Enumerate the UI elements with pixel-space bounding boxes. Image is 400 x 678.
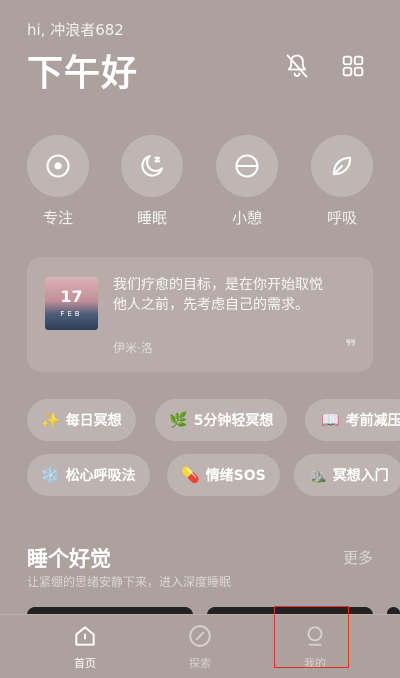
chip-label: 5分钟轻冥想 [193,413,274,429]
chip-label: 松心呼吸法 [65,468,136,484]
chip-exam-relief[interactable]: 📖 考前减压 [305,399,400,441]
category-sleep[interactable]: 睡眠 [121,135,183,228]
mountain-icon: ⛰️ [308,466,327,484]
chip-label: 考前减压 [345,413,400,429]
sparkle-icon: ✨ [41,411,60,429]
date-day: 17 [60,287,83,306]
herb-icon: 🌿 [169,411,188,429]
category-label: 小憩 [231,209,262,227]
nav-label: 首页 [74,657,96,670]
half-circle-icon [235,154,259,178]
mute-icon[interactable] [283,52,311,80]
section-subtitle: 让紧绷的思绪安静下来，进入深度睡眠 [27,575,232,589]
date-thumbnail: 17 FEB [45,277,98,330]
quote-author: 伊米·洛 [113,341,153,355]
category-breath[interactable]: 呼吸 [311,135,373,228]
chip-label: 每日冥想 [65,413,122,429]
grid-icon[interactable] [339,52,367,80]
category-label: 专注 [42,209,73,227]
book-icon: 📖 [321,411,340,429]
leaf-icon [332,156,352,176]
chip-daily-meditation[interactable]: ✨ 每日冥想 [27,399,136,441]
chip-relax-breathing[interactable]: ❄️ 松心呼吸法 [27,454,150,496]
category-label: 呼吸 [326,209,357,227]
category-label: 睡眠 [136,209,167,227]
daily-quote-card[interactable]: 17 FEB 我们疗愈的目标，是在你开始取悦他人之前，先考虑自己的需求。 伊米·… [27,257,373,372]
quote-text: 我们疗愈的目标，是在你开始取悦他人之前，先考虑自己的需求。 [113,277,323,313]
date-month: FEB [60,310,83,318]
greeting-title: 下午好 [27,53,139,94]
chip-label: 情绪SOS [205,468,266,484]
pill-icon: 💊 [181,466,200,484]
nav-home[interactable]: 首页 [45,623,125,671]
greeting-sub: hi, 冲浪者682 [27,21,124,39]
more-link[interactable]: 更多 [343,547,373,568]
category-nap[interactable]: 小憩 [216,135,278,228]
highlight-box [274,606,349,668]
chip-5min-meditation[interactable]: 🌿 5分钟轻冥想 [155,399,288,441]
chip-label: 冥想入门 [332,468,389,484]
snowflake-icon: ❄️ [41,466,60,484]
quote-mark-icon: ❞ [345,335,357,359]
nav-label: 探索 [189,657,211,670]
target-icon [46,154,70,178]
chip-emotion-sos[interactable]: 💊 情绪SOS [167,454,280,496]
section-title: 睡个好觉 [27,547,111,571]
moon-icon [141,155,163,177]
home-icon [75,626,95,646]
nav-explore[interactable]: 探索 [160,623,240,671]
category-focus[interactable]: 专注 [27,135,89,228]
compass-icon [189,625,211,647]
chip-meditation-intro[interactable]: ⛰️ 冥想入门 [294,454,400,496]
